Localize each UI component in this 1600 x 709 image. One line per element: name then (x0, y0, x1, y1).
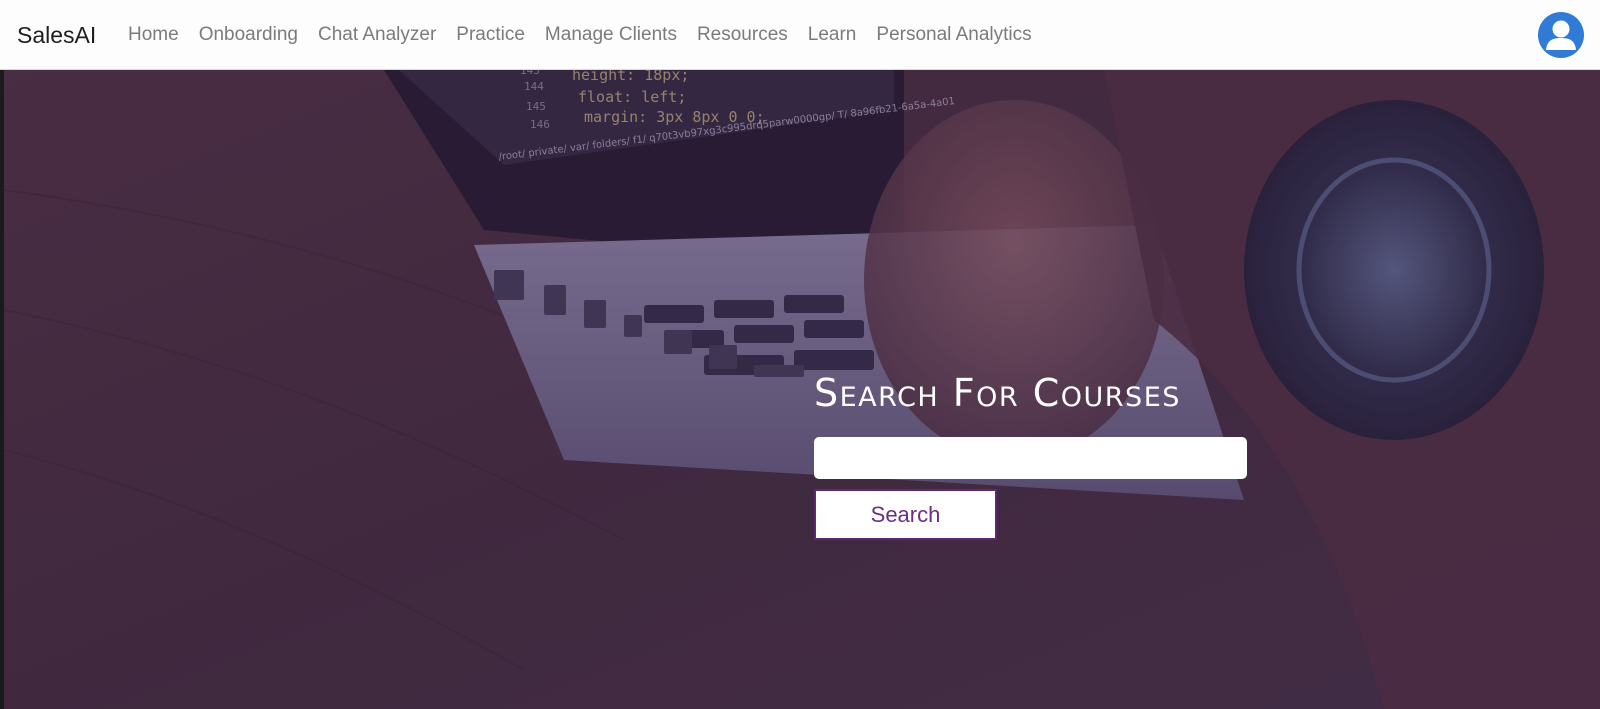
nav-link-manage-clients[interactable]: Manage Clients (535, 20, 687, 50)
nav-link-home[interactable]: Home (118, 20, 189, 50)
user-silhouette-icon (1546, 20, 1576, 50)
nav-links: Home Onboarding Chat Analyzer Practice M… (118, 20, 1042, 50)
nav-link-personal-analytics[interactable]: Personal Analytics (866, 20, 1041, 50)
nav-link-resources[interactable]: Resources (687, 20, 798, 50)
page: SalesAI Home Onboarding Chat Analyzer Pr… (0, 0, 1600, 709)
top-navbar: SalesAI Home Onboarding Chat Analyzer Pr… (0, 0, 1600, 70)
nav-link-chat-analyzer[interactable]: Chat Analyzer (308, 20, 446, 50)
brand-link[interactable]: SalesAI (17, 20, 96, 50)
course-search-input[interactable] (814, 437, 1247, 479)
hero-section: height: 18px; float: left; margin: 3px 8… (4, 70, 1600, 709)
nav-link-practice[interactable]: Practice (446, 20, 535, 50)
user-avatar-icon[interactable] (1538, 12, 1584, 58)
search-button[interactable]: Search (814, 489, 997, 540)
nav-link-onboarding[interactable]: Onboarding (189, 20, 308, 50)
search-courses-heading: Search For Courses (814, 371, 1181, 415)
nav-link-learn[interactable]: Learn (798, 20, 867, 50)
hero-tint-overlay (4, 70, 1600, 709)
